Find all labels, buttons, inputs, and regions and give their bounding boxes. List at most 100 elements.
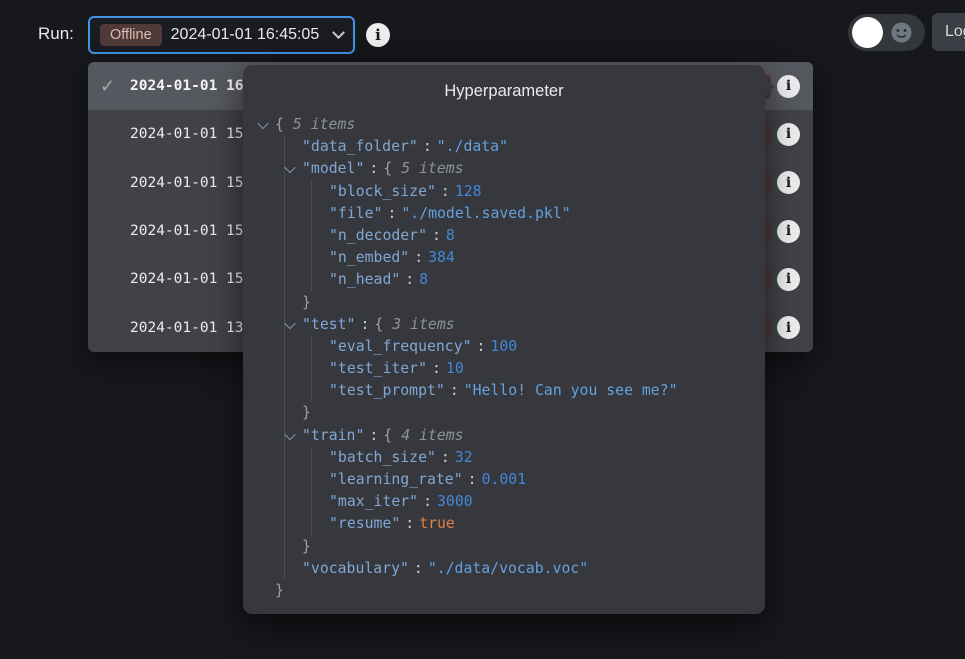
tree-guide-line bbox=[285, 513, 312, 535]
json-line: "n_head":8 bbox=[258, 269, 765, 291]
json-token-colon: : bbox=[441, 181, 450, 203]
json-line: "n_decoder":8 bbox=[258, 225, 765, 247]
tree-guide-line bbox=[258, 292, 285, 314]
tree-guide-line bbox=[258, 380, 285, 402]
json-token-key: "data_folder" bbox=[302, 136, 418, 158]
json-token-punct: { bbox=[383, 158, 392, 180]
json-token-meta: 5 items bbox=[293, 114, 355, 136]
tree-guide-line bbox=[285, 469, 312, 491]
json-token-string: "./data/vocab.voc" bbox=[428, 558, 588, 580]
run-info-icon[interactable]: i bbox=[777, 316, 800, 339]
run-label: Run: bbox=[38, 24, 74, 44]
collapse-chevron-icon[interactable] bbox=[258, 121, 275, 129]
json-line: "max_iter":3000 bbox=[258, 491, 765, 513]
json-token-key: "n_embed" bbox=[329, 247, 409, 269]
tree-guide-line bbox=[258, 269, 285, 291]
tree-guide-line bbox=[258, 447, 285, 469]
json-token-key: "n_decoder" bbox=[329, 225, 427, 247]
run-selector-dropdown[interactable]: Offline 2024-01-01 16:45:05 bbox=[88, 16, 355, 54]
json-token-colon: : bbox=[423, 136, 432, 158]
json-token-number: 3000 bbox=[437, 491, 473, 513]
json-token-punct: { bbox=[374, 314, 383, 336]
tree-guide-line bbox=[258, 491, 285, 513]
json-line: "train":{4 items bbox=[258, 425, 765, 447]
json-token-key: "learning_rate" bbox=[329, 469, 463, 491]
json-token-key: "test_prompt" bbox=[329, 380, 445, 402]
popover-title: Hyperparameter bbox=[243, 82, 765, 101]
json-token-punct: { bbox=[275, 114, 284, 136]
json-token-number: 0.001 bbox=[482, 469, 527, 491]
log-button[interactable]: Log bbox=[932, 13, 965, 51]
json-token-key: "eval_frequency" bbox=[329, 336, 472, 358]
json-line: } bbox=[258, 292, 765, 314]
json-line: "block_size":128 bbox=[258, 181, 765, 203]
run-info-icon[interactable]: i bbox=[366, 23, 390, 47]
tree-guide-line bbox=[285, 225, 312, 247]
json-line: "n_embed":384 bbox=[258, 247, 765, 269]
json-token-key: "resume" bbox=[329, 513, 400, 535]
theme-toggle[interactable] bbox=[848, 14, 925, 51]
json-line: } bbox=[258, 580, 765, 602]
json-line: "batch_size":32 bbox=[258, 447, 765, 469]
json-token-colon: : bbox=[432, 358, 441, 380]
json-token-colon: : bbox=[405, 513, 414, 535]
tree-guide-line bbox=[258, 225, 285, 247]
json-token-punct: } bbox=[302, 292, 311, 314]
dropdown-item-label: 2024-01-01 15 bbox=[130, 175, 244, 191]
json-token-string: "Hello! Can you see me?" bbox=[464, 380, 678, 402]
tree-guide-line bbox=[258, 558, 285, 580]
json-token-meta: 4 items bbox=[401, 425, 463, 447]
tree-guide-line bbox=[258, 513, 285, 535]
json-line: } bbox=[258, 402, 765, 424]
json-token-key: "block_size" bbox=[329, 181, 436, 203]
json-line: "resume":true bbox=[258, 513, 765, 535]
json-token-meta: 5 items bbox=[401, 158, 463, 180]
json-line: } bbox=[258, 536, 765, 558]
json-line: "vocabulary":"./data/vocab.voc" bbox=[258, 558, 765, 580]
tree-guide-line bbox=[285, 181, 312, 203]
hyperparameter-json: {5 items"data_folder":"./data""model":{5… bbox=[258, 114, 765, 602]
dropdown-item-label: 2024-01-01 15 bbox=[130, 271, 244, 287]
checkmark-icon: ✓ bbox=[100, 76, 130, 97]
tree-guide-line bbox=[258, 536, 285, 558]
json-token-colon: : bbox=[369, 158, 378, 180]
json-token-number: 10 bbox=[446, 358, 464, 380]
run-info-icon[interactable]: i bbox=[777, 268, 800, 291]
tree-guide-line bbox=[285, 247, 312, 269]
hyperparameter-popover: Hyperparameter {5 items"data_folder":"./… bbox=[243, 65, 765, 614]
chevron-down-icon bbox=[332, 26, 345, 39]
json-token-key: "file" bbox=[329, 203, 382, 225]
tree-guide-line bbox=[285, 447, 312, 469]
tree-guide-line bbox=[258, 136, 285, 158]
json-line: "learning_rate":0.001 bbox=[258, 469, 765, 491]
json-token-colon: : bbox=[369, 425, 378, 447]
tree-guide-line bbox=[258, 336, 285, 358]
json-token-key: "test_iter" bbox=[329, 358, 427, 380]
tree-guide-line bbox=[258, 181, 285, 203]
json-token-key: "train" bbox=[302, 425, 364, 447]
json-token-boolean: true bbox=[419, 513, 455, 535]
json-line: "model":{5 items bbox=[258, 158, 765, 180]
tree-guide-line bbox=[285, 336, 312, 358]
json-token-punct: } bbox=[302, 536, 311, 558]
json-token-key: "vocabulary" bbox=[302, 558, 409, 580]
run-info-icon[interactable]: i bbox=[777, 220, 800, 243]
toggle-knob[interactable] bbox=[852, 17, 883, 48]
json-token-key: "test" bbox=[302, 314, 355, 336]
json-line: "test_prompt":"Hello! Can you see me?" bbox=[258, 380, 765, 402]
collapse-chevron-icon[interactable] bbox=[285, 165, 302, 173]
json-token-key: "batch_size" bbox=[329, 447, 436, 469]
run-info-icon[interactable]: i bbox=[777, 123, 800, 146]
collapse-chevron-icon[interactable] bbox=[285, 321, 302, 329]
json-token-number: 8 bbox=[446, 225, 455, 247]
run-info-icon[interactable]: i bbox=[777, 171, 800, 194]
run-info-icon[interactable]: i bbox=[777, 75, 800, 98]
tree-guide-line bbox=[285, 203, 312, 225]
json-token-number: 32 bbox=[455, 447, 473, 469]
dropdown-item-label: 2024-01-01 16 bbox=[130, 78, 244, 94]
collapse-chevron-icon[interactable] bbox=[285, 432, 302, 440]
json-token-string: "./data" bbox=[437, 136, 508, 158]
json-token-punct: } bbox=[302, 402, 311, 424]
popover-arrow bbox=[765, 79, 775, 95]
tree-guide-line bbox=[258, 158, 285, 180]
